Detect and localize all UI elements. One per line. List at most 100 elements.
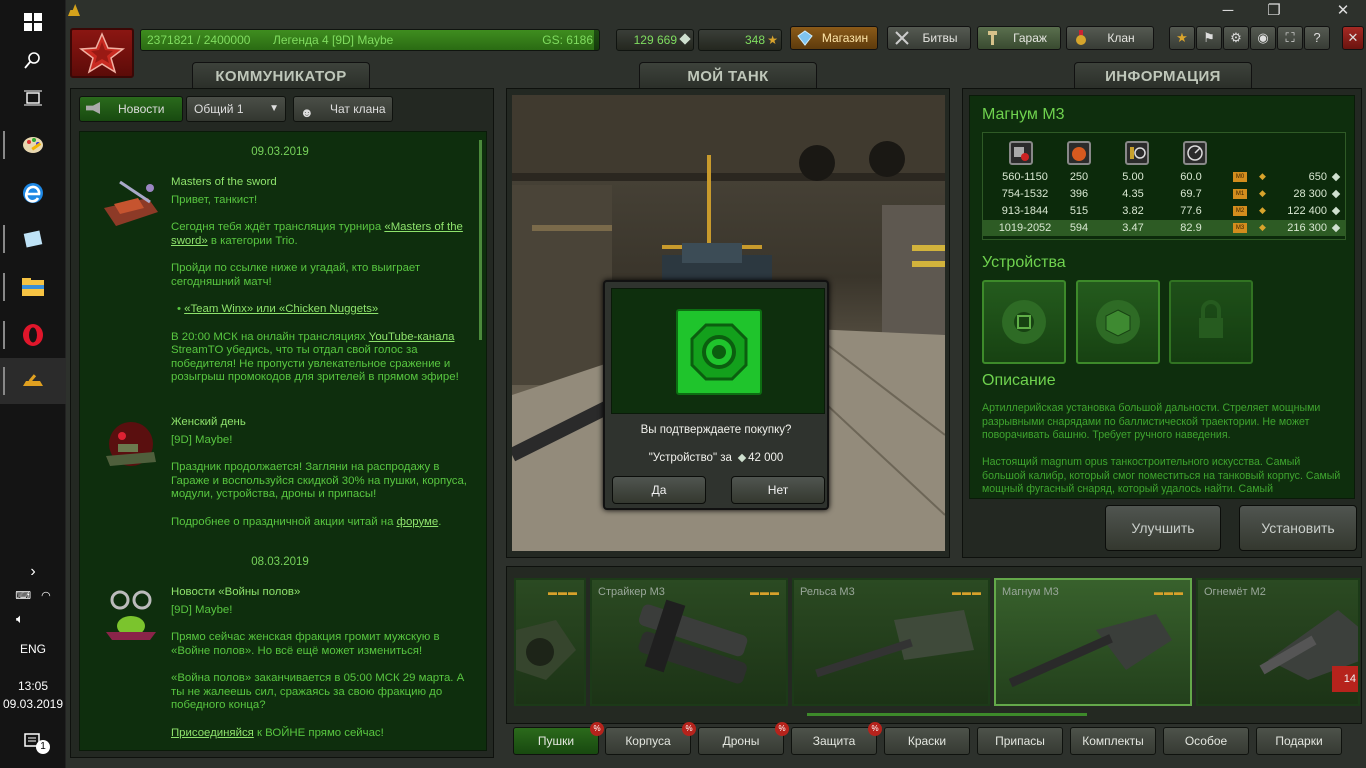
game-window: ─ ❐ ✕ 2371821 / 2400000 Легенда 4 [9D] M… <box>66 0 1366 768</box>
crystals-value: 129 669 <box>633 33 677 47</box>
file-explorer-icon[interactable] <box>0 264 66 310</box>
stat-value: 77.6 <box>1180 205 1202 217</box>
modification-badge: M2 <box>1233 206 1247 216</box>
stat-value: 594 <box>1069 222 1089 234</box>
language-indicator[interactable]: ENG <box>0 638 66 660</box>
minimize-button[interactable]: ─ <box>1205 0 1251 22</box>
news-paragraph: В 20:00 МСК на онлайн трансляциях YouTub… <box>171 330 459 384</box>
category-button[interactable]: Припасы <box>977 727 1063 755</box>
close-window-button[interactable]: ✕ <box>1320 0 1366 22</box>
description-paragraph: Артиллерийская установка большой дальнос… <box>982 402 1321 441</box>
item-card[interactable]: Рельса М3 ▬▬▬ <box>792 578 990 706</box>
achievements-star-button[interactable]: ★ <box>1169 26 1195 50</box>
stat-value: 60.0 <box>1180 171 1202 183</box>
information-panel: Магнум М3 560-1150 250 5.00 60.0 M0 ◆ 650 754-1… <box>962 88 1362 558</box>
my-tank-tab[interactable]: МОЙ ТАНК <box>639 62 817 90</box>
chevron-up-icon[interactable]: › <box>0 560 66 584</box>
device-slot-locked[interactable] <box>1169 280 1253 364</box>
stars-value: 348 <box>744 33 765 47</box>
tanki-online-taskbar-icon[interactable] <box>0 358 66 404</box>
category-button[interactable]: Краски <box>884 727 970 755</box>
megaphone-icon <box>86 102 100 114</box>
category-active-button[interactable]: Пушки% <box>513 722 604 755</box>
description-title: Описание <box>982 372 1056 389</box>
device-box-icon <box>1096 300 1140 344</box>
category-button[interactable]: Комплекты <box>1070 727 1156 755</box>
rank-text: Легенда 4 [9D] Maybe <box>273 33 394 47</box>
upgrade-button[interactable]: Улучшить <box>1105 505 1221 551</box>
purchase-confirm-dialog: Вы подтверждаете покупку? "Устройство" з… <box>603 280 829 510</box>
news-link[interactable]: Присоединяйся <box>171 727 254 739</box>
item-card[interactable]: ▬▬▬ <box>514 578 586 706</box>
news-link[interactable]: YouTube-канала <box>369 331 455 343</box>
clock-date[interactable]: 09.03.2019 <box>0 696 66 712</box>
app-icon[interactable] <box>0 216 66 262</box>
dialog-question: Вы подтверждаете покупку? <box>640 424 792 436</box>
category-button[interactable]: Особое <box>1163 727 1249 755</box>
clock-time[interactable]: 13:05 <box>0 678 66 694</box>
range-icon <box>1183 141 1207 165</box>
sound-button[interactable]: ◉ <box>1250 26 1276 50</box>
news-paragraph: Пройди по ссылке ниже и угадай, кто выиг… <box>171 262 421 288</box>
item-card-selected[interactable]: Магнум М3 ▬▬▬ <box>994 578 1192 706</box>
category-button[interactable]: Корпуса% <box>605 722 696 755</box>
communicator-tab[interactable]: КОММУНИКАТОР <box>192 62 370 90</box>
task-view-icon[interactable] <box>0 80 66 116</box>
confirm-yes-button[interactable]: Да <box>612 476 706 504</box>
news-title: Новости «Войны полов» <box>171 586 301 598</box>
xp-text: 2371821 / 2400000 <box>147 33 251 47</box>
clan-chat-button[interactable]: ☻ Чат клана <box>293 96 393 122</box>
opera-browser-icon[interactable] <box>0 312 66 358</box>
channel-select[interactable]: Общий 1 ▼ <box>186 96 286 122</box>
battles-button[interactable]: Битвы <box>887 26 971 50</box>
category-button[interactable]: Подарки <box>1256 727 1342 755</box>
device-slot-1[interactable] <box>982 280 1066 364</box>
garage-button[interactable]: Гараж <box>977 26 1061 50</box>
news-item: Masters of the sword Привет, танкист! Се… <box>171 176 471 385</box>
modification-badge: M0 <box>1233 172 1247 182</box>
install-button[interactable]: Установить <box>1239 505 1357 551</box>
missions-button[interactable]: ⚑ <box>1196 26 1222 50</box>
news-button[interactable]: Новости <box>79 96 183 122</box>
network-icons[interactable]: ⌨ ◠ <box>0 584 66 606</box>
news-link[interactable]: форуме <box>397 516 439 528</box>
news-bullet: • «Team Winx» или «Chicken Nuggets» <box>177 303 379 315</box>
network-icon[interactable]: ⌨ <box>15 589 31 602</box>
item-card[interactable]: Страйкер М3 ▬▬▬ <box>590 578 788 706</box>
wifi-icon[interactable]: ◠ <box>41 589 51 602</box>
diamond-icon <box>797 30 813 46</box>
maximize-button[interactable]: ❐ <box>1251 0 1297 22</box>
sale-badge: % <box>868 722 882 736</box>
items-carousel-scrollbar[interactable] <box>807 713 1087 716</box>
item-card[interactable]: Огнемёт М2 14 <box>1196 578 1360 706</box>
information-tab[interactable]: ИНФОРМАЦИЯ <box>1074 62 1252 90</box>
news-link[interactable]: «Team Winx» или «Chicken Nuggets» <box>184 303 378 315</box>
search-icon[interactable] <box>0 42 66 78</box>
confirm-no-button[interactable]: Нет <box>731 476 825 504</box>
volume-icon[interactable]: 🔈︎ <box>0 608 66 630</box>
fullscreen-button[interactable]: ⛶ <box>1277 26 1303 50</box>
device-slot-2[interactable] <box>1076 280 1160 364</box>
shop-button[interactable]: Магазин <box>790 26 878 50</box>
crystal-icon <box>1331 189 1341 199</box>
stat-value: 754-1532 <box>1001 188 1049 200</box>
device-item-icon <box>676 309 762 395</box>
settings-gear-icon[interactable]: ⚙ <box>1223 26 1249 50</box>
category-button[interactable]: Дроны% <box>698 722 789 755</box>
crystal-icon <box>679 33 691 45</box>
category-button[interactable]: Защита% <box>791 722 882 755</box>
news-title: Женский день <box>171 416 246 428</box>
stats-row: 1019-2052 594 3.47 82.9 M3 ◆ 216 300 <box>983 220 1345 236</box>
news-item: Новости «Войны полов» [9D] Maybe! Прямо … <box>171 586 471 740</box>
help-button[interactable]: ? <box>1304 26 1330 50</box>
edge-browser-icon[interactable] <box>0 170 66 216</box>
notification-center-icon[interactable]: 1 <box>0 728 66 756</box>
news-feed: 09.03.2019 Masters of the sword Привет, … <box>79 131 487 751</box>
paint-app-icon[interactable] <box>0 122 66 168</box>
windows-start-icon[interactable] <box>0 2 66 42</box>
news-image-womens-day <box>100 420 162 472</box>
clan-button[interactable]: Клан <box>1066 26 1154 50</box>
exit-button[interactable]: ✕ <box>1342 26 1364 50</box>
stat-value: 3.82 <box>1122 205 1144 217</box>
rank-icon: ◆ <box>1259 188 1266 198</box>
